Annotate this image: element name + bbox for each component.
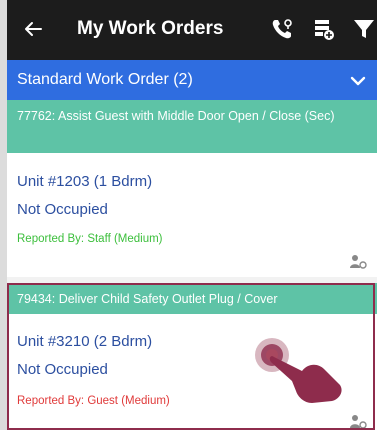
occupancy-status: Not Occupied — [17, 361, 108, 378]
occupancy-status: Not Occupied — [17, 201, 108, 218]
work-order-header[interactable]: 79434: Deliver Child Safety Outlet Plug … — [7, 283, 377, 314]
filter-icon[interactable] — [351, 16, 377, 42]
reported-by: Reported By: Staff (Medium) — [17, 233, 163, 245]
page-title: My Work Orders — [77, 18, 224, 39]
unit-label: Unit #3210 (2 Bdrm) — [17, 333, 153, 350]
app-screen: My Work Orders Standard Work Order (2) 7… — [7, 0, 377, 430]
assign-user-icon[interactable] — [349, 414, 367, 430]
work-order-header[interactable]: 77762: Assist Guest with Middle Door Ope… — [7, 100, 377, 153]
add-list-icon[interactable] — [311, 16, 337, 42]
tap-gesture-icon — [255, 338, 342, 403]
section-standard-work-order[interactable]: Standard Work Order (2) — [7, 60, 377, 100]
work-order-title: 79434: Deliver Child Safety Outlet Plug … — [17, 292, 278, 306]
chevron-down-icon[interactable] — [349, 72, 367, 90]
section-title: Standard Work Order (2) — [17, 71, 193, 88]
phone-call-icon[interactable] — [269, 16, 295, 42]
work-order-title: 77762: Assist Guest with Middle Door Ope… — [17, 109, 335, 123]
back-arrow-icon[interactable] — [21, 17, 45, 41]
reported-by: Reported By: Guest (Medium) — [17, 395, 170, 407]
unit-label: Unit #1203 (1 Bdrm) — [17, 173, 153, 190]
assign-user-icon[interactable] — [349, 254, 367, 270]
work-order-card[interactable]: Unit #1203 (1 Bdrm) Not Occupied Reporte… — [7, 153, 377, 277]
top-app-bar: My Work Orders — [7, 0, 377, 60]
